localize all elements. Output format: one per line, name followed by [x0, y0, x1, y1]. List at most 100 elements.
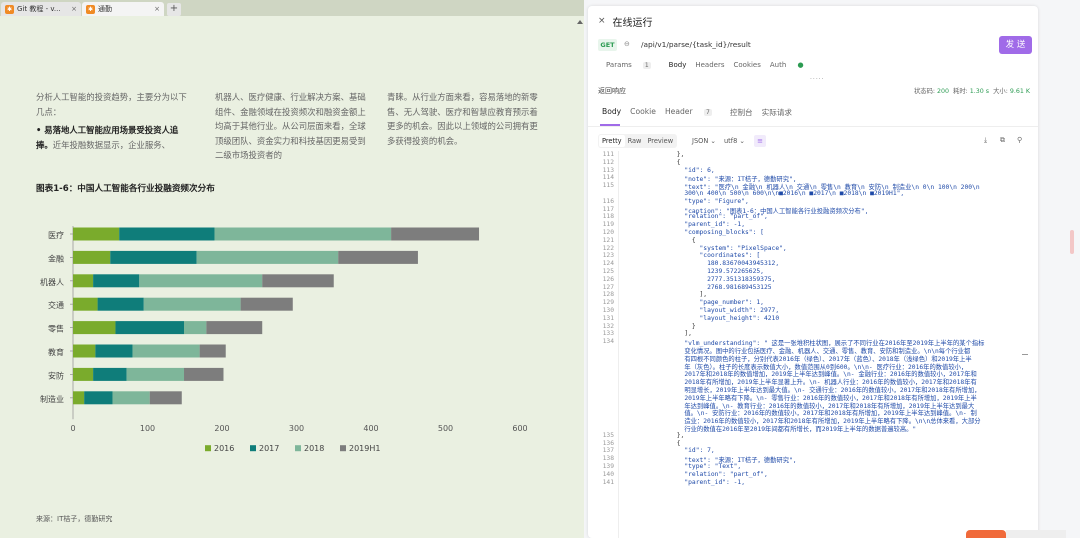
chart-title: 图表1-6：中国人工智能各行业投融资频次分布 — [36, 184, 215, 194]
code-line: "parent_id": -1, — [654, 478, 745, 486]
browser-tab-git[interactable]: ✱ Git 教程 - v... × — [1, 2, 81, 16]
response-header: 返回响应 状态码: 200 耗时: 1.30 s 大小: 9.61 K — [598, 86, 1030, 98]
x-tick-label: 100 — [140, 424, 155, 433]
code-line: { — [654, 439, 681, 447]
category-label: 交通 — [48, 300, 64, 310]
tab-body[interactable]: Body — [669, 61, 687, 73]
code-line: "composing_blocks": [ — [654, 229, 764, 236]
resp-tab-body[interactable]: Body — [602, 107, 621, 121]
line-number: 131 — [602, 314, 614, 322]
line-number: 136 — [602, 439, 614, 447]
site-favicon-icon: ✱ — [5, 4, 14, 14]
bar-2016 — [73, 227, 120, 241]
tab-label: Header — [664, 107, 693, 116]
encoding-select[interactable]: utf8 ⌄ — [724, 137, 745, 145]
close-icon[interactable]: × — [598, 16, 606, 26]
view-pretty[interactable]: Pretty — [599, 135, 625, 147]
status-label: 状态码: — [913, 88, 935, 95]
bar-2017 — [110, 250, 197, 264]
line-number: 112 — [602, 158, 614, 166]
resp-tab-cookie[interactable]: Cookie — [630, 107, 656, 121]
code-line: "page_number": 1, — [654, 299, 764, 307]
line-number: 126 — [602, 275, 614, 283]
bar-2017 — [115, 321, 185, 335]
bar-2018 — [184, 321, 207, 335]
legend-label: 2017 — [259, 444, 279, 453]
response-body-code[interactable]: 111 }, 112 {113 "id": 6, 114 "note": "来源：I… — [588, 151, 1038, 538]
scrollbar-thumb[interactable] — [1022, 354, 1028, 355]
bar-2016 — [73, 250, 111, 264]
line-number: 121 — [602, 236, 614, 244]
category-label: 制造业 — [40, 394, 64, 404]
tab-params[interactable]: Params 1 — [606, 61, 660, 73]
send-button[interactable]: 发 送 — [999, 36, 1032, 54]
floating-widget[interactable] — [966, 530, 1006, 538]
bar-2018 — [143, 297, 241, 311]
line-number: 116 — [602, 197, 614, 205]
line-number: 111 — [602, 151, 614, 158]
format-code-icon[interactable]: ≡ — [754, 135, 766, 147]
chevron-down-icon: ⌄ — [739, 137, 745, 145]
resp-tab-console[interactable]: 控制台 — [730, 107, 753, 121]
bar-2016 — [73, 344, 96, 358]
resp-tab-header[interactable]: Header 7 — [665, 107, 721, 121]
code-line: ], — [654, 291, 708, 299]
resize-handle[interactable]: ····· — [810, 76, 825, 83]
legend-label: 2019H1 — [349, 444, 380, 453]
bar-2019H1 — [338, 250, 418, 264]
tab-label: Params — [606, 61, 632, 69]
bar-chart: 医疗金融机器人交通零售教育安防制造业 0 100 200 300 400 500 600 201… — [40, 226, 528, 453]
tab-headers[interactable]: Headers — [695, 61, 724, 73]
line-number: 141 — [602, 478, 614, 486]
format-select[interactable]: JSON ⌄ — [692, 137, 716, 145]
side-handle[interactable] — [1070, 230, 1074, 254]
tab-cookies[interactable]: Cookies — [733, 61, 760, 73]
view-preview[interactable]: Preview — [644, 135, 676, 147]
panel-title: 在线运行 — [612, 17, 653, 29]
line-number: 133 — [602, 330, 614, 338]
line-number: 125 — [602, 268, 614, 275]
bar-2017 — [93, 274, 140, 288]
download-icon[interactable]: ⤓ — [984, 136, 987, 145]
api-runner-panel: × 在线运行 GET ⊖ /api/v1/parse/{task_id}/res… — [588, 6, 1038, 538]
bar-2018 — [132, 344, 200, 358]
x-tick-label: 0 — [70, 424, 75, 433]
code-line: ], — [654, 330, 692, 338]
line-number: 120 — [602, 229, 614, 236]
bar-2018 — [112, 391, 150, 405]
divider — [588, 126, 1038, 127]
close-tab-icon[interactable]: × — [154, 5, 160, 13]
line-number: 123 — [602, 252, 614, 260]
format-value: JSON — [692, 137, 709, 145]
http-method-select[interactable]: GET — [598, 39, 617, 51]
line-number: 135 — [602, 431, 614, 439]
text-column-1: 分析人工智能的投资趋势，主要分为以下几点： • 易落地人工智能应用场景受投资人追… — [36, 90, 194, 152]
new-tab-button[interactable]: + — [167, 3, 181, 16]
tab-auth[interactable]: Auth ● — [770, 61, 813, 73]
paragraph: 分析人工智能的投资趋势，主要分为以下几点： — [36, 92, 187, 117]
search-icon[interactable]: ⚲ — [1017, 136, 1022, 144]
url-input[interactable]: /api/v1/parse/{task_id}/result — [641, 40, 751, 49]
response-tabs: Body Cookie Header 7 控制台 实际请求 — [602, 107, 801, 121]
code-line: "relation": "part_of", — [654, 470, 768, 478]
line-number: 115 — [602, 182, 614, 190]
code-line: 180.83670043945312, — [654, 260, 780, 268]
document-page: 分析人工智能的投资趋势，主要分为以下几点： • 易落地人工智能应用场景受投资人追… — [0, 16, 584, 538]
browser-tab-active[interactable]: ✱ 通勤 × — [82, 2, 164, 16]
panel-header: × 在线运行 — [598, 15, 653, 29]
auth-status-dot-icon: ● — [797, 61, 804, 69]
resp-tab-actual-request[interactable]: 实际请求 — [762, 107, 792, 121]
legend-swatch — [295, 445, 301, 452]
bullet-item: • 易落地人工智能应用场景受投资人追捧。近年投融数据显示，企业服务、 — [36, 123, 194, 152]
time-label: 耗时: — [953, 88, 968, 95]
bar-2019H1 — [184, 367, 224, 381]
line-number: 139 — [602, 463, 614, 470]
close-tab-icon[interactable]: × — [71, 5, 77, 13]
view-raw[interactable]: Raw — [625, 135, 645, 147]
x-tick-label: 400 — [363, 424, 378, 433]
copy-icon[interactable]: ⧉ — [1000, 136, 1005, 145]
category-label: 机器人 — [40, 277, 64, 287]
params-count-badge: 1 — [642, 62, 651, 69]
request-url-bar: GET ⊖ /api/v1/parse/{task_id}/result 发 送 — [598, 36, 1034, 54]
code-line: "id": 6, — [654, 166, 715, 174]
